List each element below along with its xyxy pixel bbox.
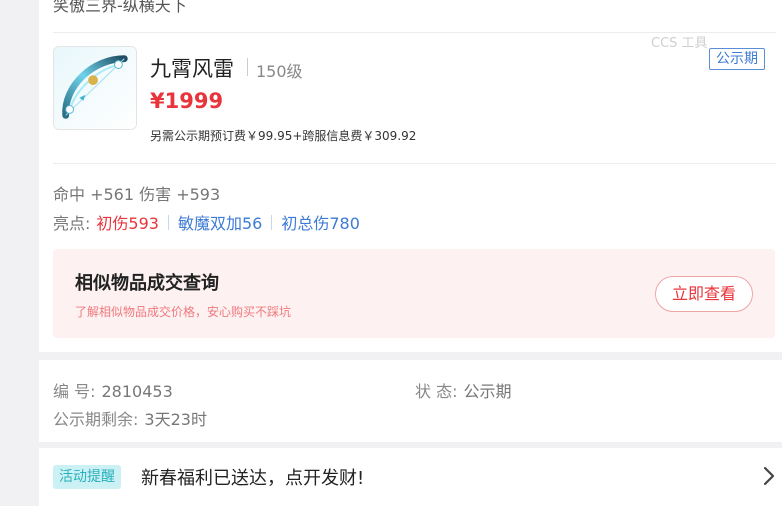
divider [53, 163, 776, 164]
highlight-separator [271, 214, 273, 230]
similar-query-title: 相似物品成交查询 [75, 273, 219, 294]
item-status: 状 态: 公示期 [415, 378, 512, 402]
item-status-label: 状 态: [415, 382, 458, 401]
highlight-separator [167, 214, 169, 230]
item-id-label: 编 号: [53, 382, 96, 401]
item-id: 编 号: 2810453 [53, 378, 173, 402]
activity-badge: 活动提醒 [53, 465, 121, 489]
highlight-item: 初伤593 [96, 214, 159, 233]
item-status-value: 公示期 [463, 382, 512, 401]
activity-notice[interactable]: 活动提醒 新春福利已送达，点开发财! [39, 448, 782, 506]
highlight-item: 初总伤780 [281, 214, 360, 233]
highlights-row: 亮点: 初伤593 敏魔双加56 初总伤780 [53, 210, 360, 234]
similar-query-subtitle: 了解相似物品成交价格，安心购买不踩坑 [75, 305, 292, 319]
remaining-time-label: 公示期剩余: [53, 410, 139, 429]
item-stats: 命中 +561 伤害 +593 [53, 185, 221, 204]
item-card: 笑傲三界-纵横天下 九霄风雷 150级 ¥1999 另需公示期预订费￥99.95… [39, 0, 782, 352]
status-badge: 公示期 [709, 48, 765, 70]
fee-info: 另需公示期预订费￥99.95+跨服信息费￥309.92 [150, 129, 417, 143]
highlights-label: 亮点: [53, 214, 91, 233]
remaining-time: 公示期剩余: 3天23时 [53, 406, 207, 430]
item-id-value: 2810453 [101, 382, 173, 401]
watermark: CCS 工具 [651, 36, 708, 51]
item-level: 150级 [256, 62, 303, 81]
server-name: 笑傲三界-纵横天下 [53, 0, 187, 15]
item-name: 九霄风雷 [150, 57, 234, 81]
bow-icon[interactable] [53, 46, 137, 130]
level-separator [247, 58, 248, 76]
highlight-item: 敏魔双加56 [177, 214, 263, 233]
item-price: ¥1999 [150, 89, 224, 113]
remaining-time-value: 3天23时 [144, 410, 207, 429]
view-now-button[interactable]: 立即查看 [655, 276, 753, 312]
meta-card: 编 号: 2810453 状 态: 公示期 公示期剩余: 3天23时 [39, 360, 782, 442]
activity-text: 新春福利已送达，点开发财! [141, 468, 365, 489]
similar-query-panel: 相似物品成交查询 了解相似物品成交价格，安心购买不踩坑 立即查看 [53, 249, 775, 338]
chevron-right-icon[interactable] [757, 464, 781, 488]
